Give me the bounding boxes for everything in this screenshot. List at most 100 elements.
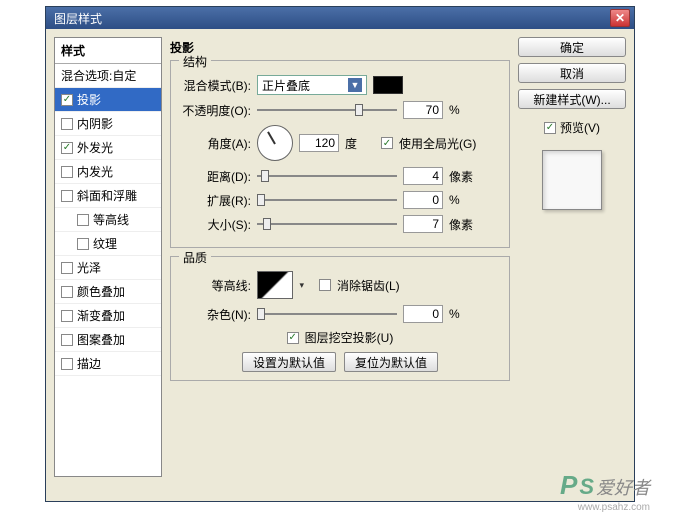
- style-item[interactable]: 投影: [55, 88, 161, 112]
- style-checkbox[interactable]: [61, 286, 73, 298]
- set-default-button[interactable]: 设置为默认值: [242, 352, 336, 372]
- style-checkbox[interactable]: [77, 214, 89, 226]
- antialias-checkbox[interactable]: [319, 279, 331, 291]
- quality-legend: 品质: [179, 249, 211, 266]
- blend-mode-select[interactable]: 正片叠底 ▼: [257, 75, 367, 95]
- watermark-url: www.psahz.com: [578, 502, 650, 513]
- noise-input[interactable]: [403, 305, 443, 323]
- style-checkbox[interactable]: [61, 310, 73, 322]
- style-item[interactable]: 图案叠加: [55, 328, 161, 352]
- cancel-button[interactable]: 取消: [518, 63, 626, 83]
- angle-input[interactable]: [299, 134, 339, 152]
- style-item[interactable]: 斜面和浮雕: [55, 184, 161, 208]
- settings-column: 投影 结构 混合模式(B): 正片叠底 ▼ 不透明度(O):: [170, 37, 510, 493]
- titlebar[interactable]: 图层样式 ✕: [46, 7, 634, 29]
- style-checkbox[interactable]: [61, 334, 73, 346]
- contour-row: 等高线: 消除锯齿(L): [179, 271, 501, 299]
- panel-title: 投影: [170, 37, 510, 60]
- opacity-input[interactable]: [403, 101, 443, 119]
- spread-label: 扩展(R):: [179, 192, 251, 209]
- distance-label: 距离(D):: [179, 168, 251, 185]
- styles-header: 样式: [55, 38, 161, 64]
- style-item[interactable]: 等高线: [55, 208, 161, 232]
- contour-label: 等高线:: [179, 277, 251, 294]
- spread-input[interactable]: [403, 191, 443, 209]
- preview-checkbox[interactable]: [544, 122, 556, 134]
- style-item[interactable]: 内发光: [55, 160, 161, 184]
- slider-thumb[interactable]: [257, 194, 265, 206]
- angle-label: 角度(A):: [179, 135, 251, 152]
- opacity-slider[interactable]: [257, 103, 397, 117]
- style-label: 描边: [77, 355, 101, 372]
- quality-fieldset: 品质 等高线: 消除锯齿(L) 杂色(N): %: [170, 256, 510, 381]
- size-slider[interactable]: [257, 217, 397, 231]
- styles-list-box: 样式 混合选项:自定 投影内阴影外发光内发光斜面和浮雕等高线纹理光泽颜色叠加渐变…: [54, 37, 162, 477]
- slider-thumb[interactable]: [261, 170, 269, 182]
- layer-style-dialog: 图层样式 ✕ 样式 混合选项:自定 投影内阴影外发光内发光斜面和浮雕等高线纹理光…: [45, 6, 635, 502]
- preview-label: 预览(V): [560, 119, 600, 136]
- style-checkbox[interactable]: [61, 358, 73, 370]
- style-checkbox[interactable]: [61, 118, 73, 130]
- ok-button[interactable]: 确定: [518, 37, 626, 57]
- knockout-label: 图层挖空投影(U): [305, 329, 394, 346]
- contour-picker[interactable]: [257, 271, 293, 299]
- styles-list: 投影内阴影外发光内发光斜面和浮雕等高线纹理光泽颜色叠加渐变叠加图案叠加描边: [55, 88, 161, 376]
- style-checkbox[interactable]: [61, 94, 73, 106]
- style-item[interactable]: 渐变叠加: [55, 304, 161, 328]
- style-label: 光泽: [77, 259, 101, 276]
- style-item[interactable]: 描边: [55, 352, 161, 376]
- new-style-button[interactable]: 新建样式(W)...: [518, 89, 626, 109]
- spread-row: 扩展(R): %: [179, 191, 501, 209]
- style-item[interactable]: 外发光: [55, 136, 161, 160]
- spread-slider[interactable]: [257, 193, 397, 207]
- opacity-row: 不透明度(O): %: [179, 101, 501, 119]
- style-label: 内发光: [77, 163, 113, 180]
- distance-row: 距离(D): 像素: [179, 167, 501, 185]
- size-row: 大小(S): 像素: [179, 215, 501, 233]
- style-checkbox[interactable]: [61, 190, 73, 202]
- default-buttons: 设置为默认值 复位为默认值: [179, 352, 501, 372]
- style-checkbox[interactable]: [61, 262, 73, 274]
- global-light-checkbox[interactable]: [381, 137, 393, 149]
- opacity-label: 不透明度(O):: [179, 102, 251, 119]
- reset-default-button[interactable]: 复位为默认值: [344, 352, 438, 372]
- size-input[interactable]: [403, 215, 443, 233]
- style-checkbox[interactable]: [77, 238, 89, 250]
- noise-label: 杂色(N):: [179, 306, 251, 323]
- style-label: 外发光: [77, 139, 113, 156]
- structure-fieldset: 结构 混合模式(B): 正片叠底 ▼ 不透明度(O):: [170, 60, 510, 248]
- slider-thumb[interactable]: [263, 218, 271, 230]
- size-label: 大小(S):: [179, 216, 251, 233]
- shadow-color-swatch[interactable]: [373, 76, 403, 94]
- action-column: 确定 取消 新建样式(W)... 预览(V): [518, 37, 626, 493]
- style-item[interactable]: 光泽: [55, 256, 161, 280]
- global-light-label: 使用全局光(G): [399, 135, 476, 152]
- slider-thumb[interactable]: [355, 104, 363, 116]
- preview-swatch: [542, 150, 602, 210]
- structure-legend: 结构: [179, 53, 211, 70]
- style-label: 斜面和浮雕: [77, 187, 137, 204]
- blend-options-item[interactable]: 混合选项:自定: [55, 64, 161, 88]
- style-label: 投影: [77, 91, 101, 108]
- distance-input[interactable]: [403, 167, 443, 185]
- style-checkbox[interactable]: [61, 166, 73, 178]
- style-label: 内阴影: [77, 115, 113, 132]
- chevron-down-icon: ▼: [348, 78, 362, 92]
- blend-mode-row: 混合模式(B): 正片叠底 ▼: [179, 75, 501, 95]
- close-icon: ✕: [615, 11, 625, 25]
- antialias-label: 消除锯齿(L): [337, 277, 400, 294]
- style-label: 纹理: [93, 235, 117, 252]
- slider-thumb[interactable]: [257, 308, 265, 320]
- style-checkbox[interactable]: [61, 142, 73, 154]
- style-item[interactable]: 内阴影: [55, 112, 161, 136]
- angle-row: 角度(A): 度 使用全局光(G): [179, 125, 501, 161]
- noise-slider[interactable]: [257, 307, 397, 321]
- knockout-row: 图层挖空投影(U): [179, 329, 501, 346]
- dialog-body: 样式 混合选项:自定 投影内阴影外发光内发光斜面和浮雕等高线纹理光泽颜色叠加渐变…: [46, 29, 634, 501]
- close-button[interactable]: ✕: [610, 9, 630, 27]
- distance-slider[interactable]: [257, 169, 397, 183]
- style-item[interactable]: 纹理: [55, 232, 161, 256]
- knockout-checkbox[interactable]: [287, 332, 299, 344]
- style-item[interactable]: 颜色叠加: [55, 280, 161, 304]
- angle-dial[interactable]: [257, 125, 293, 161]
